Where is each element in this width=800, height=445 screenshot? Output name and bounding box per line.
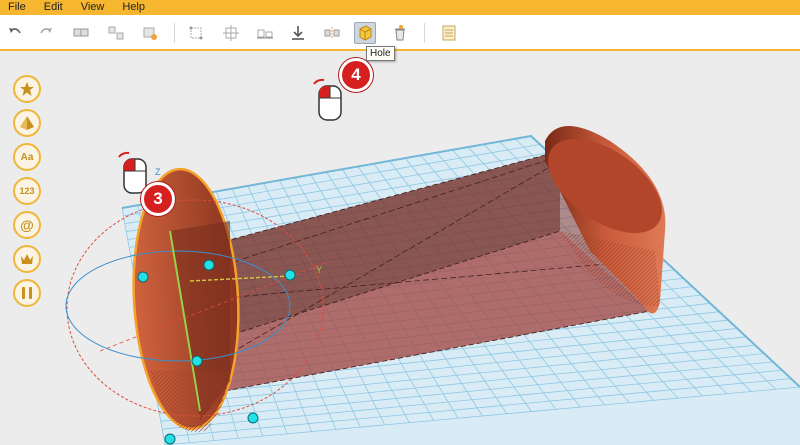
distribute-icon (223, 25, 239, 41)
distribute-button[interactable] (220, 22, 242, 44)
sidebar-item-crown[interactable] (13, 245, 41, 273)
y-axis-label: Y (316, 265, 322, 275)
lay-flat-button[interactable] (254, 22, 276, 44)
sidebar-item-symbols[interactable]: @ (13, 211, 41, 239)
recycle-bin-button[interactable] (389, 22, 411, 44)
notes-button[interactable] (438, 22, 460, 44)
recycle-bin-icon (395, 25, 405, 41)
step-4-badge: 4 (339, 58, 373, 92)
handle[interactable] (247, 412, 259, 424)
numbers-icon: 123 (19, 186, 35, 196)
hole-button[interactable] (354, 22, 376, 44)
toolbar (0, 15, 800, 51)
3d-viewport[interactable]: Y Z Aa 123 @ 3 (0, 51, 800, 445)
handle[interactable] (164, 433, 176, 445)
undo-button[interactable] (4, 22, 26, 44)
step-3-badge: 3 (141, 182, 175, 216)
group-icon (73, 28, 89, 37)
tools-icon (22, 287, 32, 299)
sidebar-item-basic-shapes[interactable] (13, 109, 41, 137)
merge-icon (143, 27, 157, 40)
ungroup-icon (108, 26, 124, 40)
menu-file[interactable]: File (0, 0, 35, 15)
sidebar-item-text[interactable]: Aa (13, 143, 41, 171)
handle[interactable] (137, 271, 149, 283)
handle[interactable] (191, 355, 203, 367)
align-icon (189, 26, 203, 40)
z-axis-label: Z (155, 167, 161, 177)
pyramid-icon (20, 116, 34, 130)
sidebar-item-numbers[interactable]: 123 (13, 177, 41, 205)
redo-icon (40, 28, 52, 34)
lay-flat-icon (257, 29, 273, 39)
undo-icon (9, 28, 21, 34)
handle[interactable] (203, 259, 215, 271)
group-button[interactable] (70, 22, 92, 44)
crown-icon (21, 254, 33, 264)
star-icon (20, 82, 34, 96)
sidebar-item-tools[interactable] (13, 279, 41, 307)
hole-tooltip: Hole (366, 46, 395, 61)
menu-bar: File Edit View Help (0, 0, 800, 15)
sidebar-item-star-shapes[interactable] (13, 75, 41, 103)
menu-view[interactable]: View (72, 0, 114, 15)
redo-button[interactable] (35, 22, 57, 44)
scene: Y Z (0, 51, 800, 445)
handle[interactable] (284, 269, 296, 281)
download-button[interactable] (287, 22, 309, 44)
merge-button[interactable] (139, 22, 161, 44)
ungroup-button[interactable] (105, 22, 127, 44)
at-icon: @ (20, 217, 34, 233)
notes-icon (442, 25, 456, 41)
mirror-icon (324, 27, 340, 39)
text-icon: Aa (20, 151, 34, 163)
hole-icon (359, 25, 372, 41)
download-icon (292, 26, 304, 40)
mirror-button[interactable] (321, 22, 343, 44)
align-button[interactable] (185, 22, 207, 44)
menu-edit[interactable]: Edit (35, 0, 72, 15)
menu-help[interactable]: Help (113, 0, 154, 15)
